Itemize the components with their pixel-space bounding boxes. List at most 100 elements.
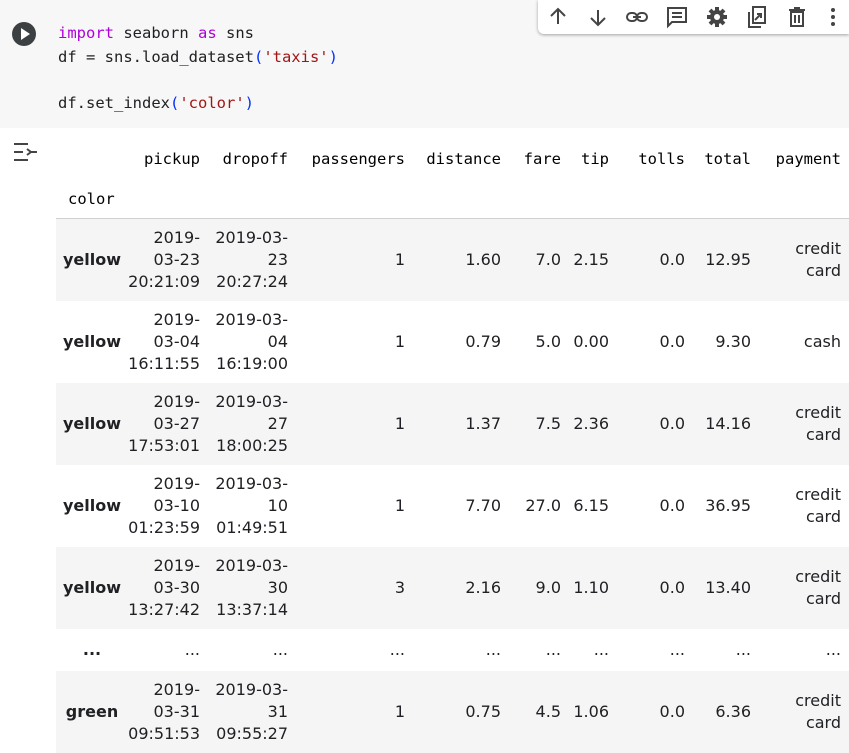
table-row: yellow2019-03-23 20:21:092019-03-23 20:2… — [56, 219, 849, 302]
cell-dropoff: 2019-03-27 18:00:25 — [208, 383, 296, 465]
cell-tip: 1.10 — [569, 547, 617, 629]
cell-total: 6.36 — [693, 671, 759, 753]
code-text: df = sns.load_dataset — [58, 48, 254, 66]
cell-tolls: 0.0 — [617, 671, 693, 753]
column-header: total — [693, 138, 759, 180]
row-index: yellow — [56, 465, 128, 547]
column-header: tip — [569, 138, 617, 180]
code-text: df.set_index — [58, 94, 170, 112]
code-line-1: import seaborn as sns — [58, 22, 254, 45]
cell-pickup: 2019-03-31 09:51:53 — [128, 671, 208, 753]
row-index: yellow — [56, 301, 128, 383]
cell-tip: 2.36 — [569, 383, 617, 465]
cell-passengers: 3 — [296, 547, 413, 629]
gear-icon[interactable] — [704, 5, 730, 29]
header-blank — [296, 180, 413, 219]
column-header: dropoff — [208, 138, 296, 180]
table-row: green2019-03-31 09:51:532019-03-31 09:55… — [56, 671, 849, 753]
cell-distance: 0.75 — [413, 671, 509, 753]
row-index: yellow — [56, 219, 128, 302]
cell-tolls: 0.0 — [617, 383, 693, 465]
cell-distance: 1.60 — [413, 219, 509, 302]
trash-icon[interactable] — [784, 5, 810, 29]
cell-distance: 1.37 — [413, 383, 509, 465]
comment-icon[interactable] — [664, 5, 690, 29]
cell-payment: credit card — [759, 219, 849, 302]
code-paren: ( — [254, 48, 263, 66]
cell-passengers: 1 — [296, 383, 413, 465]
table-row: yellow2019-03-27 17:53:012019-03-27 18:0… — [56, 383, 849, 465]
cell-tolls: ... — [617, 629, 693, 671]
cell-pickup: 2019-03-23 20:21:09 — [128, 219, 208, 302]
arrow-up-icon[interactable] — [545, 5, 571, 29]
row-index: yellow — [56, 547, 128, 629]
column-header: distance — [413, 138, 509, 180]
cell-dropoff: 2019-03-04 16:19:00 — [208, 301, 296, 383]
cell-payment: credit card — [759, 671, 849, 753]
cell-tolls: 0.0 — [617, 547, 693, 629]
cell-fare: 27.0 — [509, 465, 569, 547]
run-cell-button[interactable] — [12, 22, 36, 46]
cell-dropoff: 2019-03-31 09:55:27 — [208, 671, 296, 753]
cell-tip: 2.15 — [569, 219, 617, 302]
cell-gutter — [0, 0, 50, 128]
cell-dropoff: ... — [208, 629, 296, 671]
code-text: seaborn — [114, 24, 198, 42]
cell-distance: 2.16 — [413, 547, 509, 629]
row-index: yellow — [56, 383, 128, 465]
code-keyword: import — [58, 24, 114, 42]
cell-distance: 7.70 — [413, 465, 509, 547]
code-line-4: df.set_index('color') — [58, 92, 254, 115]
cell-fare: 4.5 — [509, 671, 569, 753]
header-blank — [509, 180, 569, 219]
cell-pickup: 2019-03-27 17:53:01 — [128, 383, 208, 465]
cell-passengers: 1 — [296, 301, 413, 383]
header-blank — [759, 180, 849, 219]
column-header: tolls — [617, 138, 693, 180]
cell-passengers: ... — [296, 629, 413, 671]
cell-dropoff: 2019-03-23 20:27:24 — [208, 219, 296, 302]
column-header: fare — [509, 138, 569, 180]
cell-dropoff: 2019-03-30 13:37:14 — [208, 547, 296, 629]
cell-dropoff: 2019-03-10 01:49:51 — [208, 465, 296, 547]
cell-fare: 7.5 — [509, 383, 569, 465]
code-text: sns — [217, 24, 254, 42]
cell-fare: ... — [509, 629, 569, 671]
header-blank — [693, 180, 759, 219]
header-blank — [128, 180, 208, 219]
cell-payment: ... — [759, 629, 849, 671]
cell-tip: 0.00 — [569, 301, 617, 383]
cell-total: 13.40 — [693, 547, 759, 629]
code-string: 'color' — [179, 94, 244, 112]
table-row: yellow2019-03-04 16:11:552019-03-04 16:1… — [56, 301, 849, 383]
header-blank — [56, 138, 128, 180]
output-actions-icon[interactable] — [12, 140, 38, 164]
column-header: payment — [759, 138, 849, 180]
cell-total: 14.16 — [693, 383, 759, 465]
cell-toolbar — [538, 0, 849, 34]
mirror-cell-icon[interactable] — [744, 5, 770, 29]
code-line-2: df = sns.load_dataset('taxis') — [58, 46, 338, 69]
link-icon[interactable] — [624, 5, 650, 29]
cell-tolls: 0.0 — [617, 465, 693, 547]
dataframe-body: yellow2019-03-23 20:21:092019-03-23 20:2… — [56, 219, 849, 753]
more-vert-icon[interactable] — [824, 5, 842, 29]
cell-distance: ... — [413, 629, 509, 671]
dataframe-table: pickup dropoff passengers distance fare … — [56, 138, 849, 753]
index-name: color — [56, 180, 128, 219]
cell-tip: 1.06 — [569, 671, 617, 753]
cell-tip: 6.15 — [569, 465, 617, 547]
cell-tolls: 0.0 — [617, 301, 693, 383]
code-paren: ( — [170, 94, 179, 112]
cell-distance: 0.79 — [413, 301, 509, 383]
cell-payment: credit card — [759, 465, 849, 547]
cell-tip: ... — [569, 629, 617, 671]
cell-total: ... — [693, 629, 759, 671]
row-index: ... — [56, 629, 128, 671]
arrow-down-icon[interactable] — [585, 5, 611, 29]
table-row: yellow2019-03-30 13:27:422019-03-30 13:3… — [56, 547, 849, 629]
cell-fare: 7.0 — [509, 219, 569, 302]
header-blank — [569, 180, 617, 219]
column-header-row: pickup dropoff passengers distance fare … — [56, 138, 849, 180]
cell-total: 9.30 — [693, 301, 759, 383]
